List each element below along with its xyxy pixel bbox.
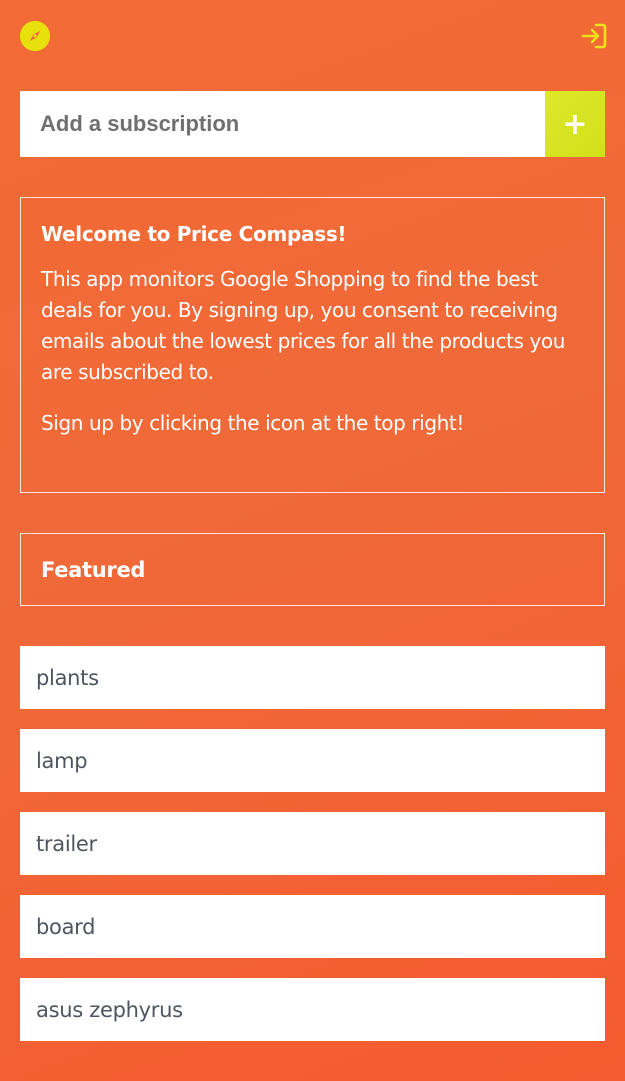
compass-icon[interactable] [20,21,50,51]
welcome-body: This app monitors Google Shopping to fin… [41,267,566,384]
list-item[interactable]: board [20,895,605,958]
welcome-title: Welcome to Price Compass! [41,222,347,246]
top-bar [0,0,625,72]
signup-hint: Sign up by clicking the icon at the top … [41,411,464,435]
add-subscription-form: + [20,91,605,157]
sign-in-icon[interactable] [580,22,608,50]
list-item[interactable]: trailer [20,812,605,875]
list-item[interactable]: plants [20,646,605,709]
list-item[interactable]: asus zephyrus [20,978,605,1041]
featured-list: plants lamp trailer board asus zephyrus [20,646,605,1061]
welcome-panel: Welcome to Price Compass! This app monit… [20,197,605,493]
add-subscription-button[interactable]: + [545,91,605,157]
featured-header: Featured [20,533,605,606]
subscription-input[interactable] [20,91,545,157]
list-item[interactable]: lamp [20,729,605,792]
featured-title: Featured [41,557,146,582]
plus-icon: + [562,106,588,142]
